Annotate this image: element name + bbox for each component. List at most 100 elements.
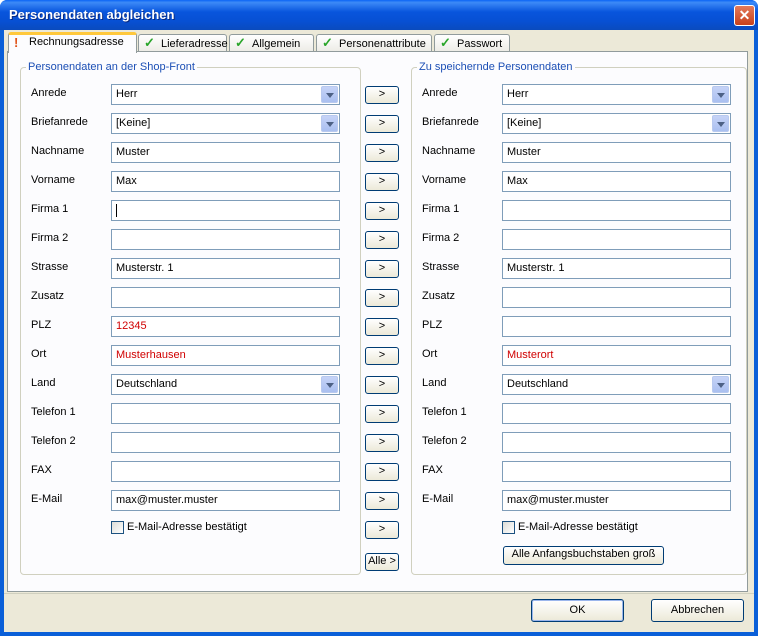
- copy-field-button[interactable]: >: [365, 144, 399, 162]
- field-value: Musterort: [507, 349, 554, 361]
- chevron-down-icon[interactable]: [712, 86, 729, 103]
- copy-field-button[interactable]: >: [365, 173, 399, 191]
- tab-label: Rechnungsadresse: [29, 36, 124, 48]
- right-anrede-select[interactable]: Herr: [502, 84, 731, 105]
- left-anrede-select[interactable]: Herr: [111, 84, 340, 105]
- copy-field-button[interactable]: >: [365, 289, 399, 307]
- left-zusatz-input[interactable]: [111, 287, 340, 308]
- right-ort-input[interactable]: Musterort: [502, 345, 731, 366]
- chevron-down-icon[interactable]: [321, 376, 338, 393]
- right-vorname-input[interactable]: Max: [502, 171, 731, 192]
- field-value: 12345: [116, 320, 147, 332]
- right-label-fax: FAX: [422, 464, 443, 476]
- right-plz-input[interactable]: [502, 316, 731, 337]
- chevron-down-icon[interactable]: [321, 86, 338, 103]
- left-vorname-input[interactable]: Max: [111, 171, 340, 192]
- field-value: Deutschland: [116, 378, 178, 390]
- left-label-fax: FAX: [31, 464, 52, 476]
- tab-label: Lieferadresse: [161, 38, 228, 50]
- field-value: Muster: [507, 146, 541, 158]
- left-ort-input[interactable]: Musterhausen: [111, 345, 340, 366]
- left-firma-1-input[interactable]: [111, 200, 340, 221]
- copy-field-button[interactable]: >: [365, 115, 399, 133]
- window-title: Personendaten abgleichen: [9, 7, 175, 22]
- copy-field-button[interactable]: >: [365, 86, 399, 104]
- right-fax-input[interactable]: [502, 461, 731, 482]
- tab-lieferadresse[interactable]: ✓ Lieferadresse: [138, 34, 228, 52]
- right-firma-2-input[interactable]: [502, 229, 731, 250]
- right-label-firma-2: Firma 2: [422, 232, 460, 244]
- left-label-telefon-2: Telefon 2: [31, 435, 76, 447]
- field-value: max@muster.muster: [116, 494, 218, 506]
- right-land-select[interactable]: Deutschland: [502, 374, 731, 395]
- left-label-zusatz: Zusatz: [31, 290, 65, 302]
- field-value: Musterhausen: [116, 349, 186, 361]
- copy-field-button[interactable]: >: [365, 463, 399, 481]
- left-label-nachname: Nachname: [31, 145, 85, 157]
- left-firma-2-input[interactable]: [111, 229, 340, 250]
- ok-button[interactable]: OK: [531, 599, 624, 622]
- field-value: [Keine]: [507, 117, 542, 129]
- chevron-down-icon[interactable]: [712, 115, 729, 132]
- field-value: Herr: [507, 88, 529, 100]
- right-label-plz: PLZ: [422, 319, 443, 331]
- right-telefon-1-input[interactable]: [502, 403, 731, 424]
- right-label-telefon-1: Telefon 1: [422, 406, 467, 418]
- tab-rechnungsadresse[interactable]: ! Rechnungsadresse: [8, 32, 137, 53]
- right-nachname-input[interactable]: Muster: [502, 142, 731, 163]
- check-icon: ✓: [322, 35, 333, 50]
- left-label-firma-2: Firma 2: [31, 232, 69, 244]
- capitalize-all-button[interactable]: Alle Anfangsbuchstaben groß: [503, 546, 664, 565]
- left-telefon-2-input[interactable]: [111, 432, 340, 453]
- left-email-confirmed-checkbox[interactable]: [111, 521, 124, 534]
- left-strasse-input[interactable]: Musterstr. 1: [111, 258, 340, 279]
- left-fax-input[interactable]: [111, 461, 340, 482]
- warning-icon: !: [14, 35, 19, 50]
- right-email-confirmed-checkbox[interactable]: [502, 521, 515, 534]
- right-zusatz-input[interactable]: [502, 287, 731, 308]
- tab-label: Personenattribute: [339, 38, 426, 50]
- copy-all-button[interactable]: Alle >: [365, 553, 399, 571]
- right-e-mail-input[interactable]: max@muster.muster: [502, 490, 731, 511]
- right-label-ort: Ort: [422, 348, 438, 360]
- copy-field-button[interactable]: >: [365, 376, 399, 394]
- left-plz-input[interactable]: 12345: [111, 316, 340, 337]
- copy-field-button[interactable]: >: [365, 492, 399, 510]
- left-label-land: Land: [31, 377, 56, 389]
- cancel-button[interactable]: Abbrechen: [651, 599, 744, 622]
- chevron-down-icon[interactable]: [321, 115, 338, 132]
- tab-passwort[interactable]: ✓ Passwort: [434, 34, 510, 52]
- chevron-down-icon[interactable]: [712, 376, 729, 393]
- right-firma-1-input[interactable]: [502, 200, 731, 221]
- copy-field-button[interactable]: >: [365, 202, 399, 220]
- tab-allgemein[interactable]: ✓ Allgemein: [229, 34, 314, 52]
- right-strasse-input[interactable]: Musterstr. 1: [502, 258, 731, 279]
- copy-field-button[interactable]: >: [365, 347, 399, 365]
- right-briefanrede-select[interactable]: [Keine]: [502, 113, 731, 134]
- field-value: Muster: [116, 146, 150, 158]
- copy-field-button[interactable]: >: [365, 521, 399, 539]
- right-label-e-mail: E-Mail: [422, 493, 454, 505]
- group-title-left: Personendaten an der Shop-Front: [26, 61, 197, 73]
- right-label-zusatz: Zusatz: [422, 290, 456, 302]
- left-label-ort: Ort: [31, 348, 47, 360]
- right-telefon-2-input[interactable]: [502, 432, 731, 453]
- left-nachname-input[interactable]: Muster: [111, 142, 340, 163]
- field-value: [Keine]: [116, 117, 151, 129]
- footer-divider: [4, 593, 754, 594]
- copy-field-button[interactable]: >: [365, 318, 399, 336]
- tab-personenattribute[interactable]: ✓ Personenattribute: [316, 34, 432, 52]
- left-land-select[interactable]: Deutschland: [111, 374, 340, 395]
- copy-field-button[interactable]: >: [365, 231, 399, 249]
- title-bar[interactable]: Personendaten abgleichen ✕: [0, 0, 758, 30]
- left-telefon-1-input[interactable]: [111, 403, 340, 424]
- copy-field-button[interactable]: >: [365, 260, 399, 278]
- left-label-vorname: Vorname: [31, 174, 76, 186]
- field-value: Deutschland: [507, 378, 569, 390]
- left-e-mail-input[interactable]: max@muster.muster: [111, 490, 340, 511]
- close-button[interactable]: ✕: [734, 5, 755, 26]
- copy-field-button[interactable]: >: [365, 405, 399, 423]
- left-briefanrede-select[interactable]: [Keine]: [111, 113, 340, 134]
- left-label-plz: PLZ: [31, 319, 52, 331]
- copy-field-button[interactable]: >: [365, 434, 399, 452]
